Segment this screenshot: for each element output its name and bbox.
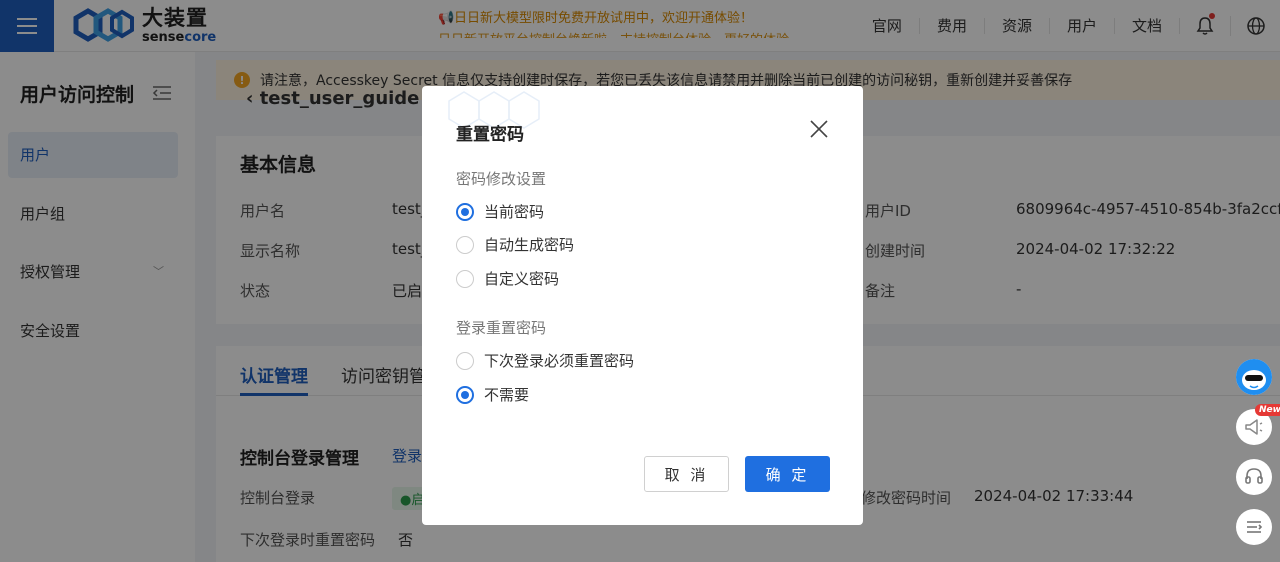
confirm-button[interactable]: 确 定 <box>745 456 830 492</box>
megaphone-icon <box>1245 419 1263 435</box>
radio-label: 当前密码 <box>484 203 545 221</box>
password-setting-group-label: 密码修改设置 <box>456 170 547 188</box>
new-badge: New <box>1255 404 1280 416</box>
radio-not-required[interactable]: 不需要 <box>456 384 529 405</box>
expand-menu-button[interactable] <box>1236 509 1272 545</box>
list-collapse-icon <box>1247 521 1263 533</box>
cancel-button[interactable]: 取 消 <box>644 456 729 492</box>
headset-icon <box>1245 468 1263 484</box>
radio-unchecked-icon <box>456 269 474 288</box>
dialog-title: 重置密码 <box>456 125 524 145</box>
login-reset-group-label: 登录重置密码 <box>456 319 547 337</box>
radio-label: 不需要 <box>484 386 530 404</box>
radio-label: 自动生成密码 <box>484 236 575 254</box>
radio-unchecked-icon <box>456 351 474 370</box>
customer-support-button[interactable] <box>1236 459 1272 495</box>
assistant-avatar-button[interactable] <box>1236 359 1272 395</box>
radio-custom-password[interactable]: 自定义密码 <box>456 268 559 289</box>
radio-label: 自定义密码 <box>484 270 560 288</box>
robot-assistant-icon <box>1236 359 1272 395</box>
radio-checked-icon <box>456 202 474 221</box>
reset-password-dialog: 重置密码 密码修改设置 当前密码 自动生成密码 自定义密码 登录重置密码 下次登… <box>422 86 863 525</box>
radio-label: 下次登录必须重置密码 <box>484 352 635 370</box>
close-icon[interactable] <box>808 118 830 140</box>
radio-auto-generate-password[interactable]: 自动生成密码 <box>456 234 574 255</box>
radio-checked-icon <box>456 385 474 404</box>
radio-unchecked-icon <box>456 235 474 254</box>
radio-must-reset-next-login[interactable]: 下次登录必须重置密码 <box>456 350 634 371</box>
radio-current-password[interactable]: 当前密码 <box>456 201 544 222</box>
